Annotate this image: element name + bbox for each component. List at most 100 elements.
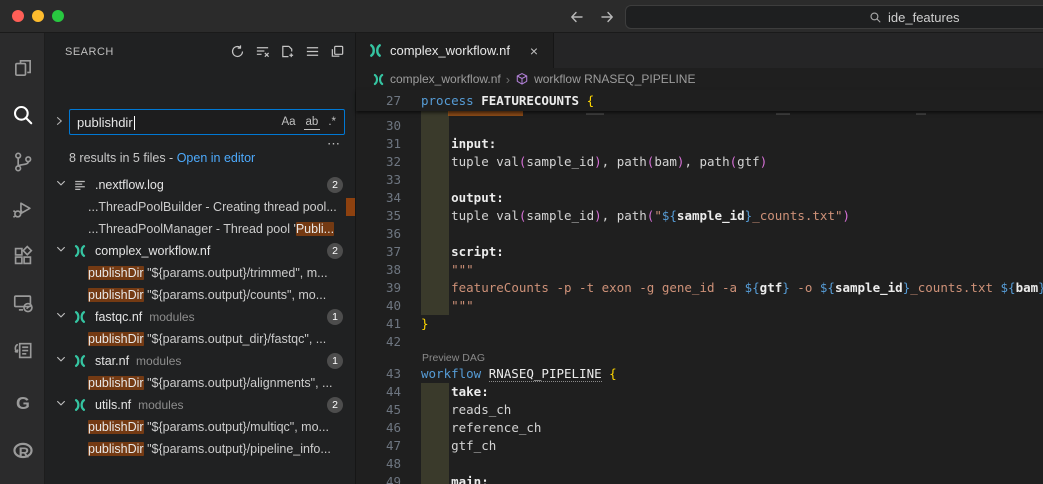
tab-complex-workflow[interactable]: complex_workflow.nf ×	[356, 33, 554, 68]
navigate-back-button[interactable]	[566, 6, 588, 28]
regex-toggle[interactable]: .*	[326, 115, 338, 130]
navigate-forward-button[interactable]	[596, 6, 618, 28]
r-language-icon[interactable]: R	[0, 431, 45, 471]
match-highlight: publishDir	[88, 376, 144, 390]
search-match-row[interactable]: publishDir "${params.output}/counts", mo…	[45, 284, 355, 306]
symbol-cube-icon	[515, 72, 529, 86]
clear-search-results-icon[interactable]	[254, 43, 270, 59]
search-input[interactable]: publishdir Aa ab .*	[69, 109, 345, 135]
vscode-window: ide_features G R	[0, 0, 1043, 484]
code-line[interactable]: 42	[356, 333, 1043, 351]
code-line[interactable]: 43workflow RNASEQ_PIPELINE {	[356, 365, 1043, 383]
collapse-all-icon[interactable]	[329, 43, 345, 59]
nextflow-file-icon	[73, 244, 87, 258]
whole-word-toggle[interactable]: ab	[304, 115, 321, 130]
remote-explorer-icon[interactable]	[0, 283, 45, 323]
search-result-file-row[interactable]: utils.nfmodules2	[45, 394, 355, 416]
code-line[interactable]: 40 """	[356, 297, 1043, 315]
svg-text:G: G	[16, 393, 30, 413]
activity-bar: G R	[0, 33, 45, 484]
open-in-editor-link[interactable]: Open in editor	[177, 151, 256, 165]
line-number: 38	[356, 261, 401, 279]
search-result-file-row[interactable]: fastqc.nfmodules1	[45, 306, 355, 328]
toggle-replace-chevron[interactable]	[53, 115, 65, 127]
results-summary: 8 results in 5 files - Open in editor	[69, 151, 255, 165]
breadcrumb-file[interactable]: complex_workflow.nf	[390, 72, 501, 86]
nextflow-file-icon	[372, 73, 385, 86]
line-number: 35	[356, 207, 401, 225]
codelens-preview-dag[interactable]: Preview DAG	[356, 351, 1043, 365]
panel-title: SEARCH	[65, 46, 114, 58]
toggle-search-details[interactable]: ⋯	[327, 136, 341, 152]
line-number: 33	[356, 171, 401, 189]
search-match-row[interactable]: ...ThreadPoolBuilder - Creating thread p…	[45, 196, 355, 218]
run-debug-icon[interactable]	[0, 189, 45, 229]
snippets-icon[interactable]	[0, 330, 45, 370]
new-search-editor-icon[interactable]	[279, 43, 295, 59]
code-line[interactable]: 47 gtf_ch	[356, 437, 1043, 455]
log-file-icon	[73, 178, 87, 192]
line-number: 44	[356, 383, 401, 401]
minimize-window-button[interactable]	[32, 10, 44, 22]
line-number: 45	[356, 401, 401, 419]
code-line[interactable]: 48	[356, 455, 1043, 473]
code-line[interactable]: 39 featureCounts -p -t exon -g gene_id -…	[356, 279, 1043, 297]
code-line[interactable]: 37 script:	[356, 243, 1043, 261]
chevron-down-icon[interactable]	[55, 177, 67, 189]
code-line[interactable]: 45 reads_ch	[356, 401, 1043, 419]
code-line[interactable]: 46 reference_ch	[356, 419, 1043, 437]
chevron-down-icon[interactable]	[55, 353, 67, 365]
chevron-down-icon[interactable]	[55, 309, 67, 321]
code-line[interactable]: 30	[356, 117, 1043, 135]
search-icon	[869, 11, 882, 24]
code-line[interactable]: 31 input:	[356, 135, 1043, 153]
line-number: 48	[356, 455, 401, 473]
search-match-row[interactable]: publishDir "${params.output}/trimmed", m…	[45, 262, 355, 284]
sticky-scroll-line[interactable]: 27process FEATURECOUNTS {	[356, 90, 1043, 111]
search-result-file-row[interactable]: complex_workflow.nf2	[45, 240, 355, 262]
line-number: 34	[356, 189, 401, 207]
file-name: .nextflow.log	[95, 174, 164, 196]
breadcrumb-separator: ›	[506, 72, 510, 87]
file-name: utils.nfmodules	[95, 394, 184, 416]
nextflow-file-icon	[368, 43, 383, 58]
code-line[interactable]: 35 tuple val(sample_id), path("${sample_…	[356, 207, 1043, 225]
nextflow-file-icon	[73, 310, 87, 324]
expand-all-icon[interactable]	[304, 43, 320, 59]
zoom-window-button[interactable]	[52, 10, 64, 22]
source-control-icon[interactable]	[0, 142, 45, 182]
search-match-row[interactable]: ...ThreadPoolManager - Thread pool 'Publ…	[45, 218, 355, 240]
code-line[interactable]: 44 take:	[356, 383, 1043, 401]
code-line[interactable]: 41}	[356, 315, 1043, 333]
search-match-row[interactable]: publishDir "${params.output}/pipeline_in…	[45, 438, 355, 460]
clipped-bottom-icon[interactable]	[0, 475, 45, 484]
search-result-file-row[interactable]: .nextflow.log2	[45, 174, 355, 196]
search-match-row[interactable]: publishDir "${params.output}/multiqc", m…	[45, 416, 355, 438]
code-line[interactable]: 34 output:	[356, 189, 1043, 207]
extensions-icon[interactable]	[0, 236, 45, 276]
tab-close-icon[interactable]: ×	[525, 43, 543, 59]
svg-text:R: R	[18, 445, 29, 461]
clipped-match-highlight	[346, 198, 355, 216]
refresh-icon[interactable]	[229, 43, 245, 59]
line-number: 49	[356, 473, 401, 484]
code-line[interactable]: 36	[356, 225, 1043, 243]
search-match-row[interactable]: publishDir "${params.output_dir}/fastqc"…	[45, 328, 355, 350]
code-line[interactable]: 38 """	[356, 261, 1043, 279]
search-view-icon[interactable]	[0, 95, 45, 135]
g-extension-icon[interactable]: G	[0, 383, 45, 423]
code-line[interactable]: 33	[356, 171, 1043, 189]
command-center-search[interactable]: ide_features	[625, 5, 1043, 29]
indent-scope-highlight	[421, 225, 449, 243]
search-match-row[interactable]: publishDir "${params.output}/alignments"…	[45, 372, 355, 394]
search-result-file-row[interactable]: star.nfmodules1	[45, 350, 355, 372]
breadcrumb-symbol[interactable]: workflow RNASEQ_PIPELINE	[534, 72, 695, 86]
explorer-icon[interactable]	[0, 48, 45, 88]
match-case-toggle[interactable]: Aa	[279, 115, 297, 130]
chevron-down-icon[interactable]	[55, 243, 67, 255]
code-line[interactable]: 32 tuple val(sample_id), path(bam), path…	[356, 153, 1043, 171]
code-line[interactable]: 49 main:	[356, 473, 1043, 484]
close-window-button[interactable]	[12, 10, 24, 22]
chevron-down-icon[interactable]	[55, 397, 67, 409]
nextflow-file-icon	[73, 398, 87, 412]
